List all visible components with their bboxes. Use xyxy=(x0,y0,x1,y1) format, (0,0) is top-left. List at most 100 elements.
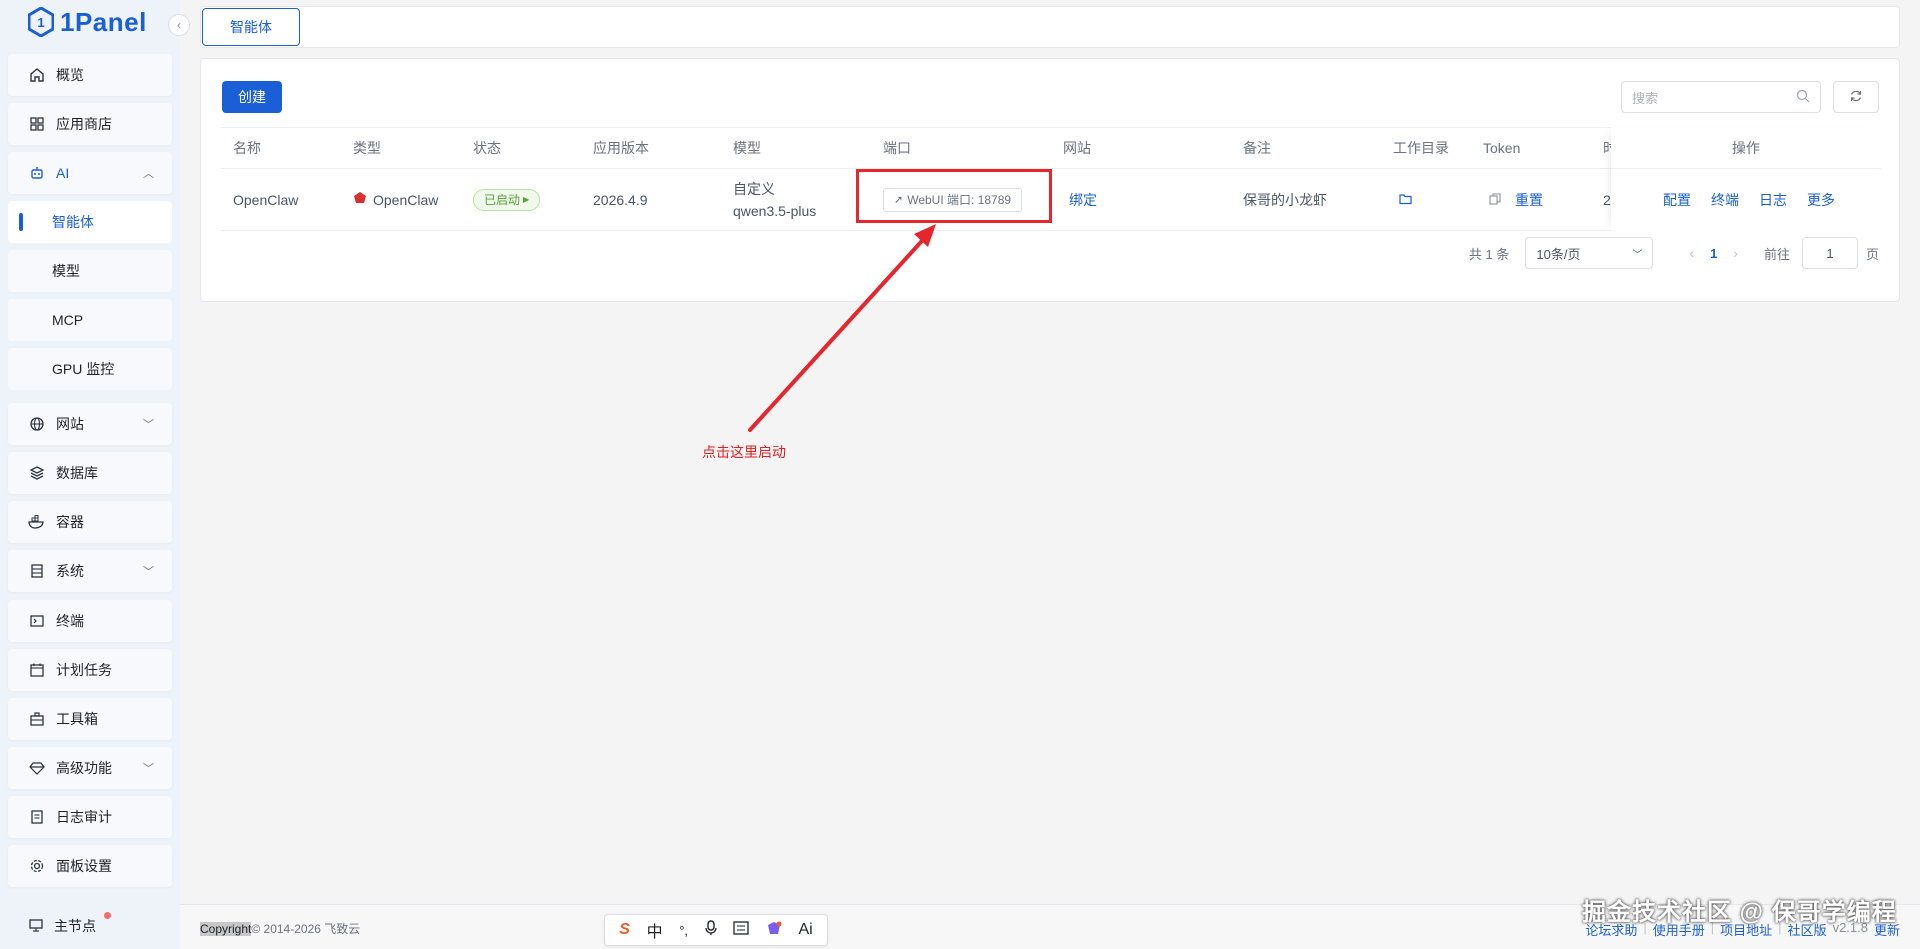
annotation-highlight-box xyxy=(856,169,1052,223)
sidebar-subitem-label: 智能体 xyxy=(52,214,94,230)
logo-icon: 1 xyxy=(28,7,54,37)
column-header[interactable]: Token xyxy=(1483,128,1520,168)
sidebar-item-label: 系统 xyxy=(56,563,84,579)
page-suffix: 页 xyxy=(1865,246,1879,262)
cell-remark: 保哥的小龙虾 xyxy=(1243,191,1327,208)
collapse-sidebar-button[interactable]: ‹ xyxy=(168,14,190,36)
column-header[interactable]: 类型 xyxy=(353,128,381,168)
config-link[interactable]: 配置 xyxy=(1663,190,1691,210)
terminal-icon xyxy=(28,612,46,630)
sidebar-item-label: 终端 xyxy=(56,613,84,629)
refresh-button[interactable] xyxy=(1833,81,1879,113)
sidebar-item-toolbox[interactable]: 工具箱 xyxy=(8,698,172,740)
status-badge[interactable]: 已启动 ▶ xyxy=(473,188,541,211)
column-header[interactable]: 应用版本 xyxy=(593,128,649,168)
copyright: Copyright© 2014-2026 飞致云 xyxy=(200,920,360,937)
server-icon xyxy=(28,562,46,580)
sidebar-item-label: 日志审计 xyxy=(56,809,112,825)
watermark: 掘金技术社区 @ 保哥学编程 xyxy=(1582,899,1897,926)
search-input[interactable]: 搜索 xyxy=(1621,81,1821,113)
ime-ai-button[interactable]: Ai xyxy=(798,921,812,939)
logs-link[interactable]: 日志 xyxy=(1759,190,1787,210)
sidebar-item-database[interactable]: 数据库 xyxy=(8,452,172,494)
sidebar-item-app-store[interactable]: 应用商店 xyxy=(8,103,172,145)
sidebar-item-cron[interactable]: 计划任务 xyxy=(8,649,172,691)
search-icon xyxy=(1796,89,1810,106)
sidebar-item-label: 数据库 xyxy=(56,465,98,481)
total-count: 共 1 条 xyxy=(1468,246,1510,262)
log-icon xyxy=(28,808,46,826)
sidebar-item-terminal[interactable]: 终端 xyxy=(8,600,172,642)
sidebar-item-label: 高级功能 xyxy=(56,760,112,776)
keyboard-icon[interactable] xyxy=(733,920,749,940)
node-label: 主节点 xyxy=(54,918,96,934)
skin-icon[interactable] xyxy=(766,921,782,940)
pagination: 共 1 条 10条/页 ﹀ ‹ 1 › 前往 1 页 xyxy=(1469,237,1879,269)
column-header[interactable]: 模型 xyxy=(733,128,761,168)
model-provider: 自定义 xyxy=(733,180,775,197)
cell-type: OpenClaw xyxy=(353,169,438,230)
column-header[interactable]: 网站 xyxy=(1063,128,1091,168)
diamond-icon xyxy=(28,759,46,777)
column-header[interactable]: 状态 xyxy=(473,128,501,168)
node-selector[interactable]: 主节点 xyxy=(28,912,111,936)
model-name: qwen3.5-plus xyxy=(733,202,817,219)
sidebar-item-panel-settings[interactable]: 面板设置 xyxy=(8,845,172,887)
copy-icon[interactable] xyxy=(1489,192,1501,208)
tab-label: 智能体 xyxy=(230,19,272,35)
bind-website-link[interactable]: 绑定 xyxy=(1069,169,1097,230)
search-placeholder: 搜索 xyxy=(1632,90,1659,106)
current-page[interactable]: 1 xyxy=(1706,246,1721,261)
chevron-down-icon: ﹀ xyxy=(143,566,154,578)
home-icon xyxy=(28,66,46,84)
ime-chinese-mode[interactable]: 中 xyxy=(647,918,663,942)
sidebar-item-system[interactable]: 系统 ﹀ xyxy=(8,550,172,592)
monitor-icon xyxy=(28,917,44,936)
gear-icon xyxy=(28,857,46,875)
sidebar-subitem-label: MCP xyxy=(52,312,84,328)
sidebar-item-website[interactable]: 网站 ﹀ xyxy=(8,403,172,445)
sidebar-item-overview[interactable]: 概览 xyxy=(8,54,172,96)
grid-icon xyxy=(28,115,46,133)
prev-page-button[interactable]: ‹ xyxy=(1677,245,1706,261)
chevron-up-icon: ︿ xyxy=(143,168,154,180)
sidebar-subitem-mcp[interactable]: MCP xyxy=(8,299,172,341)
copyright-label: Copyright xyxy=(200,922,252,936)
sidebar-subitem-agents[interactable]: 智能体 xyxy=(8,201,172,243)
more-link[interactable]: 更多 xyxy=(1807,190,1835,210)
column-header[interactable]: 备注 xyxy=(1243,128,1271,168)
sogou-logo-icon[interactable]: S xyxy=(619,921,630,939)
globe-icon xyxy=(28,415,46,433)
app-logo[interactable]: 1 1Panel xyxy=(28,6,147,38)
chevron-down-icon: ﹀ xyxy=(143,763,154,775)
sidebar-item-container[interactable]: 容器 xyxy=(8,501,172,543)
column-header: 操作 xyxy=(1611,127,1881,169)
create-button-label: 创建 xyxy=(238,89,266,105)
terminal-link[interactable]: 终端 xyxy=(1711,190,1739,210)
sidebar-subitem-gpu-monitor[interactable]: GPU 监控 xyxy=(8,348,172,390)
reset-token-link[interactable]: 重置 xyxy=(1515,190,1543,210)
sidebar-item-log-audit[interactable]: 日志审计 xyxy=(8,796,172,838)
column-header[interactable]: 工作目录 xyxy=(1393,128,1449,168)
column-header[interactable]: 端口 xyxy=(883,128,911,168)
sidebar-subitem-models[interactable]: 模型 xyxy=(8,250,172,292)
play-icon: ▶ xyxy=(523,195,530,204)
annotation-text: 点击这里启动 xyxy=(702,444,786,460)
column-header[interactable]: 名称 xyxy=(233,128,261,168)
create-button[interactable]: 创建 xyxy=(222,81,282,113)
cell-name: OpenClaw xyxy=(233,191,299,208)
sidebar-item-advanced[interactable]: 高级功能 ﹀ xyxy=(8,747,172,789)
sidebar-item-label: 容器 xyxy=(56,514,84,530)
goto-page-input[interactable]: 1 xyxy=(1801,237,1858,269)
sidebar-item-ai[interactable]: AI ︿ xyxy=(8,152,172,194)
openclaw-logo-icon xyxy=(353,191,367,208)
operations-column: 操作 配置 终端 日志 更多 xyxy=(1611,127,1881,231)
sidebar-subitem-label: 模型 xyxy=(52,263,80,279)
page-size-select[interactable]: 10条/页 ﹀ xyxy=(1525,237,1654,269)
next-page-button[interactable]: › xyxy=(1721,245,1750,261)
cell-workdir xyxy=(1399,169,1413,230)
folder-open-icon[interactable] xyxy=(1399,192,1413,208)
ime-punctuation[interactable]: °, xyxy=(679,923,688,938)
microphone-icon[interactable] xyxy=(704,919,717,941)
tab-agents[interactable]: 智能体 xyxy=(202,8,300,46)
